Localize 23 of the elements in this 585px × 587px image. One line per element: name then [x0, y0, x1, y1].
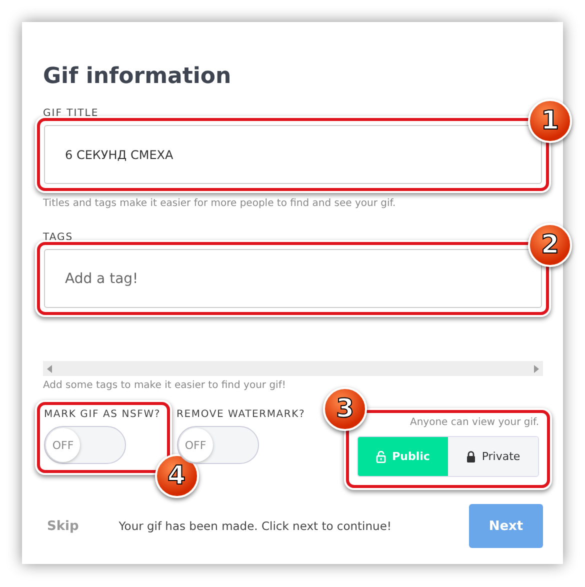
toggle-knob-text: OFF — [178, 428, 213, 462]
privacy-option[interactable]: Private — [448, 437, 538, 476]
hint-text: Add some tags to make it easier to find your gif! — [43, 380, 287, 392]
toggle-label: REMOVE WATERMARK? — [176, 409, 306, 420]
heading: Gif information — [43, 63, 232, 91]
scrollbar[interactable] — [43, 361, 543, 376]
skip-link[interactable]: Skip — [47, 518, 79, 534]
hint-text: Titles and tags make it easier for more people to find and see your gif. — [43, 198, 397, 210]
field-label: GIF TITLE — [43, 108, 100, 120]
title-field[interactable]: 6 СЕКУНД СМЕХА — [44, 125, 542, 184]
field-label: TAGS — [43, 232, 74, 244]
status-message: Your gif has been made. Click next to continue! — [118, 519, 392, 533]
toggle-switch[interactable]: OFF — [44, 426, 126, 464]
toggle-label: MARK GIF AS NSFW? — [44, 409, 161, 420]
scroll-right-icon[interactable] — [533, 364, 539, 372]
tags-field[interactable]: Add a tag! — [44, 249, 542, 308]
scroll-left-icon[interactable] — [47, 364, 53, 372]
toggle-switch[interactable]: OFF — [176, 426, 259, 464]
padlock-icon — [466, 450, 476, 462]
next-button[interactable]: Next — [469, 504, 543, 548]
toggle-knob-text: OFF — [46, 428, 80, 462]
open-padlock-icon — [376, 450, 386, 462]
privacy-caption: Anyone can view your gif. — [410, 417, 539, 428]
